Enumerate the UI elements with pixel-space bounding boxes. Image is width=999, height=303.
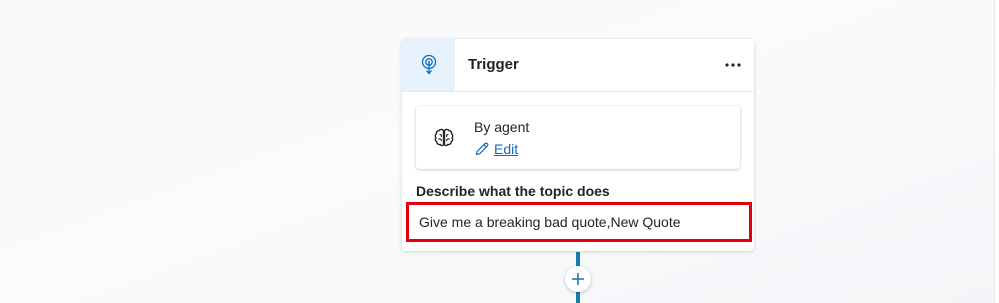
add-node-button[interactable] — [565, 266, 591, 292]
trigger-card-header: Trigger — [402, 39, 754, 92]
topic-description-input[interactable]: Give me a breaking bad quote,New Quote — [406, 202, 752, 242]
trigger-title: Trigger — [468, 56, 519, 73]
trigger-icon-container — [402, 39, 455, 91]
more-horizontal-icon — [725, 63, 741, 67]
canvas-right-edge — [994, 0, 999, 303]
description-field-label: Describe what the topic does — [416, 183, 610, 199]
more-options-button[interactable] — [720, 53, 746, 77]
agent-trigger-box: By agent Edit — [416, 106, 740, 169]
broadcast-signal-icon — [421, 54, 436, 75]
pencil-icon — [475, 142, 489, 156]
plus-icon — [572, 273, 584, 285]
trigger-node-card[interactable]: Trigger By agent Edit Describe what the … — [402, 39, 754, 251]
edit-trigger-link[interactable]: Edit — [474, 141, 518, 157]
by-agent-label: By agent — [474, 119, 530, 135]
edit-label: Edit — [494, 141, 519, 157]
brain-icon — [434, 128, 454, 147]
